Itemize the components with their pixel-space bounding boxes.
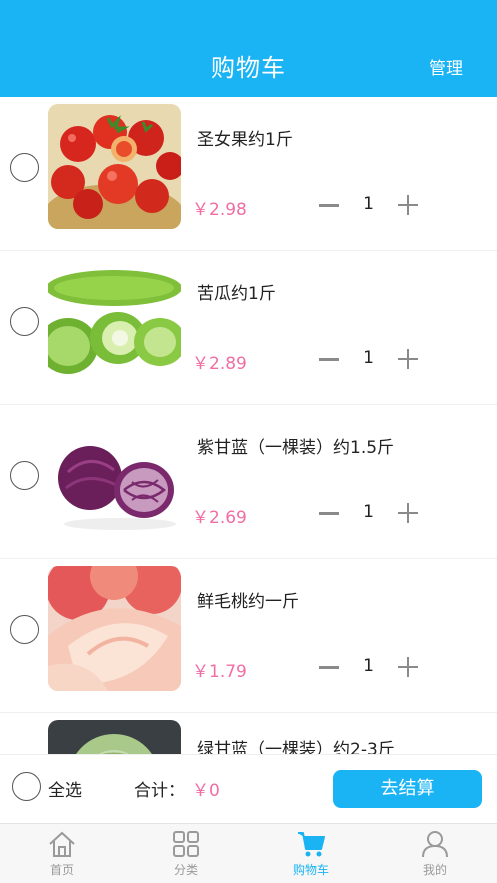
product-image[interactable] [48, 104, 181, 229]
increase-button[interactable] [390, 187, 426, 223]
decrease-button[interactable] [311, 341, 347, 377]
increase-button[interactable] [390, 341, 426, 377]
header: 购物车 管理 [0, 0, 497, 97]
increase-button[interactable] [390, 495, 426, 531]
tab-label: 购物车 [292, 863, 329, 877]
tab-profile[interactable]: 我的 [373, 824, 497, 883]
product-image[interactable] [48, 258, 181, 383]
product-name: 苦瓜约1斤 [197, 284, 276, 304]
tab-category[interactable]: 分类 [124, 824, 248, 883]
cart-list[interactable]: 圣女果约1斤 ￥2.98 1 苦瓜约1斤 ￥2.89 1 紫甘蓝（一棵装）约1.… [0, 97, 497, 754]
increase-button[interactable] [390, 649, 426, 685]
quantity-value: 1 [363, 348, 374, 368]
tab-home[interactable]: 首页 [0, 824, 124, 883]
cart-item: 鲜毛桃约一斤 ￥1.79 1 [0, 559, 497, 713]
product-price: ￥2.98 [192, 200, 247, 220]
tab-label: 我的 [422, 863, 447, 877]
product-name: 紫甘蓝（一棵装）约1.5斤 [197, 438, 395, 458]
home-icon [49, 831, 75, 857]
tab-label: 分类 [173, 863, 198, 877]
cart-item: 圣女果约1斤 ￥2.98 1 [0, 97, 497, 251]
product-name: 圣女果约1斤 [197, 130, 293, 150]
manage-button[interactable]: 管理 [429, 54, 463, 79]
cart-item: 紫甘蓝（一棵装）约1.5斤 ￥2.69 1 [0, 405, 497, 559]
page-title: 购物车 [211, 54, 286, 82]
product-name: 鲜毛桃约一斤 [197, 592, 299, 612]
product-image[interactable] [48, 720, 181, 754]
product-name: 绿甘蓝（一棵装）约2-3斤 [197, 740, 395, 754]
quantity-value: 1 [363, 194, 374, 214]
item-select-radio[interactable] [10, 153, 39, 182]
quantity-stepper: 1 [311, 649, 426, 685]
product-price: ￥2.89 [192, 354, 247, 374]
user-icon [422, 831, 448, 858]
product-price: ￥2.69 [192, 508, 247, 528]
checkout-button[interactable]: 去结算 [333, 770, 482, 808]
quantity-stepper: 1 [311, 187, 426, 223]
grid-icon [173, 831, 199, 857]
bottom-tab-bar: 首页 分类 购物车 我的 [0, 823, 497, 883]
quantity-value: 1 [363, 656, 374, 676]
tab-label: 首页 [49, 863, 74, 877]
product-price: ￥1.79 [192, 662, 247, 682]
quantity-value: 1 [363, 502, 374, 522]
product-image[interactable] [48, 566, 181, 691]
total-label: 合计： [134, 781, 185, 801]
cart-icon [298, 832, 325, 857]
item-select-radio[interactable] [10, 307, 39, 336]
select-all-label[interactable]: 全选 [48, 776, 82, 801]
quantity-stepper: 1 [311, 495, 426, 531]
total-amount: ￥0 [192, 781, 220, 801]
decrease-button[interactable] [311, 187, 347, 223]
select-all-radio[interactable] [12, 772, 41, 801]
checkout-bar: 全选 合计： ￥0 去结算 [0, 754, 497, 823]
cart-item: 绿甘蓝（一棵装）约2-3斤 [0, 713, 497, 754]
decrease-button[interactable] [311, 495, 347, 531]
tab-cart[interactable]: 购物车 [249, 824, 373, 883]
item-select-radio[interactable] [10, 615, 39, 644]
product-image[interactable] [48, 412, 181, 537]
cart-item: 苦瓜约1斤 ￥2.89 1 [0, 251, 497, 405]
item-select-radio[interactable] [10, 461, 39, 490]
quantity-stepper: 1 [311, 341, 426, 377]
decrease-button[interactable] [311, 649, 347, 685]
